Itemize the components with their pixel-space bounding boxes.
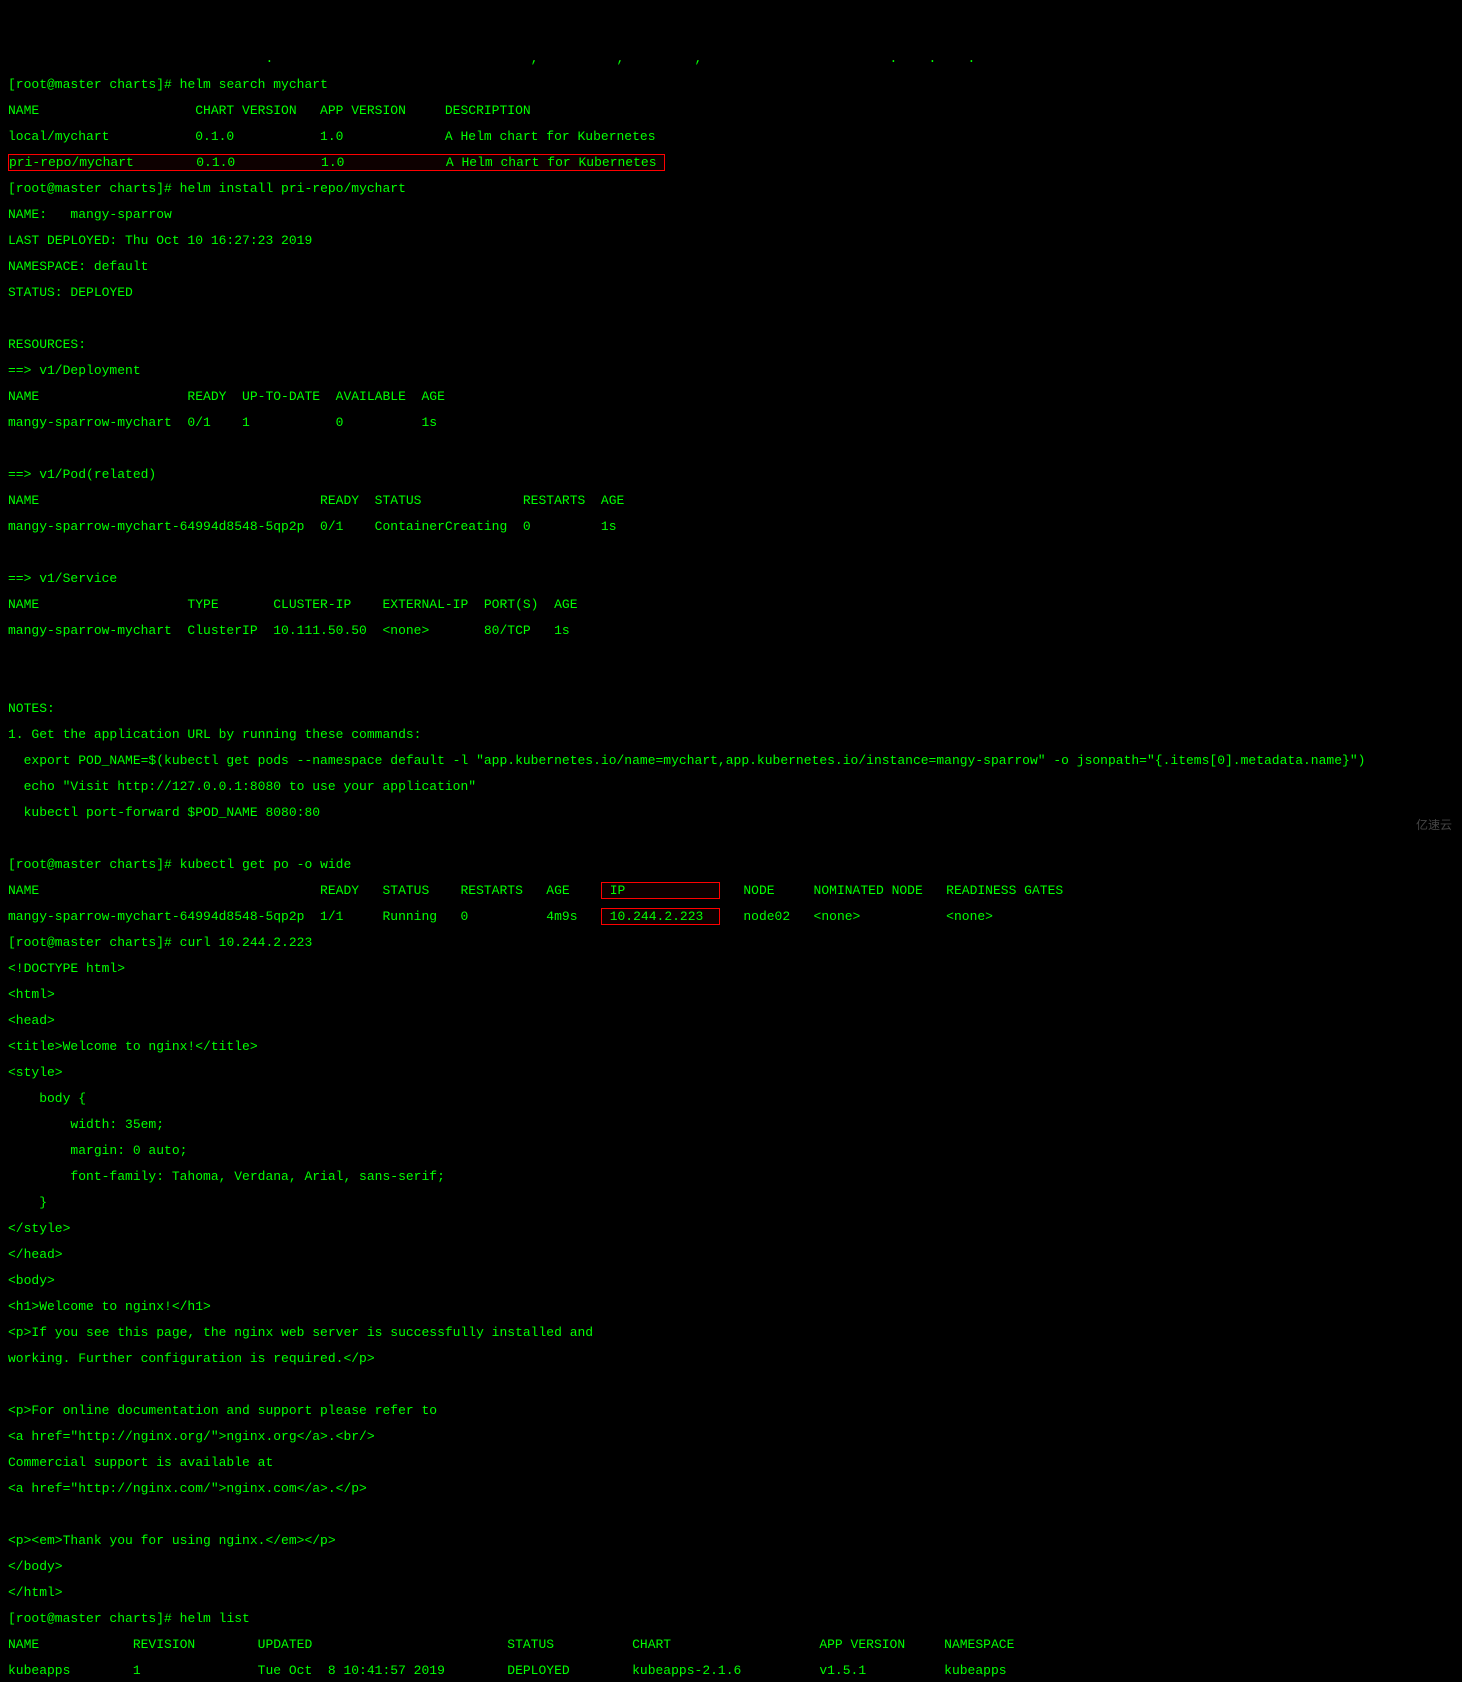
command-install: helm install pri-repo/mychart [180, 181, 406, 196]
curl-output: </html> [8, 1586, 1454, 1599]
list-row: kubeapps 1 Tue Oct 8 10:41:57 2019 DEPLO… [8, 1664, 1454, 1677]
blank [8, 832, 1454, 845]
curl-output: <p>For online documentation and support … [8, 1404, 1454, 1417]
blank [8, 546, 1454, 559]
curl-output: </head> [8, 1248, 1454, 1261]
service-cols: NAME TYPE CLUSTER-IP EXTERNAL-IP PORT(S)… [8, 598, 1454, 611]
curl-output: <p><em>Thank you for using nginx.</em></… [8, 1534, 1454, 1547]
install-name: NAME: mangy-sparrow [8, 208, 1454, 221]
list-cols: NAME REVISION UPDATED STATUS CHART APP V… [8, 1638, 1454, 1651]
terminal-line[interactable]: [root@master charts]# curl 10.244.2.223 [8, 936, 1454, 949]
curl-output: <body> [8, 1274, 1454, 1287]
deployment-cols: NAME READY UP-TO-DATE AVAILABLE AGE [8, 390, 1454, 403]
command-curl: curl 10.244.2.223 [180, 935, 313, 950]
curl-output: <head> [8, 1014, 1454, 1027]
po-row: mangy-sparrow-mychart-64994d8548-5qp2p 1… [8, 910, 1454, 923]
curl-output: margin: 0 auto; [8, 1144, 1454, 1157]
curl-output: body { [8, 1092, 1454, 1105]
curl-output: <a href="http://nginx.com/">nginx.com</a… [8, 1482, 1454, 1495]
command-search: helm search mychart [180, 77, 328, 92]
watermark-logo: 亿速云 [1416, 819, 1452, 831]
service-row: mangy-sparrow-mychart ClusterIP 10.111.5… [8, 624, 1454, 637]
curl-output: } [8, 1196, 1454, 1209]
curl-output: <style> [8, 1066, 1454, 1079]
curl-output: <h1>Welcome to nginx!</h1> [8, 1300, 1454, 1313]
highlight-box-ip-header: IP [601, 882, 720, 899]
pod-header: ==> v1/Pod(related) [8, 468, 1454, 481]
terminal-line: . , , , . . . [8, 52, 1454, 65]
search-header: NAME CHART VERSION APP VERSION DESCRIPTI… [8, 104, 1454, 117]
curl-output: <html> [8, 988, 1454, 1001]
terminal-line[interactable]: [root@master charts]# kubectl get po -o … [8, 858, 1454, 871]
blank [8, 1508, 1454, 1521]
curl-output: font-family: Tahoma, Verdana, Arial, san… [8, 1170, 1454, 1183]
highlight-box: pri-repo/mychart 0.1.0 1.0 A Helm chart … [8, 154, 665, 171]
deployment-header: ==> v1/Deployment [8, 364, 1454, 377]
shell-prompt: [root@master charts]# [8, 1611, 172, 1626]
notes-line: 1. Get the application URL by running th… [8, 728, 1454, 741]
install-status: STATUS: DEPLOYED [8, 286, 1454, 299]
notes-line: kubectl port-forward $POD_NAME 8080:80 [8, 806, 1454, 819]
shell-prompt: [root@master charts]# [8, 935, 172, 950]
install-last-deployed: LAST DEPLOYED: Thu Oct 10 16:27:23 2019 [8, 234, 1454, 247]
command-helmlist: helm list [180, 1611, 250, 1626]
blank [8, 650, 1454, 663]
service-header: ==> v1/Service [8, 572, 1454, 585]
curl-output: <p>If you see this page, the nginx web s… [8, 1326, 1454, 1339]
install-namespace: NAMESPACE: default [8, 260, 1454, 273]
blank [8, 442, 1454, 455]
blank [8, 676, 1454, 689]
terminal-line[interactable]: [root@master charts]# helm search mychar… [8, 78, 1454, 91]
curl-output: </style> [8, 1222, 1454, 1235]
blank [8, 1378, 1454, 1391]
notes-line: export POD_NAME=$(kubectl get pods --nam… [8, 754, 1454, 767]
curl-output: <a href="http://nginx.org/">nginx.org</a… [8, 1430, 1454, 1443]
highlight-box-ip-value: 10.244.2.223 [601, 908, 720, 925]
pod-row: mangy-sparrow-mychart-64994d8548-5qp2p 0… [8, 520, 1454, 533]
curl-output: <title>Welcome to nginx!</title> [8, 1040, 1454, 1053]
curl-output: </body> [8, 1560, 1454, 1573]
pod-cols: NAME READY STATUS RESTARTS AGE [8, 494, 1454, 507]
notes-label: NOTES: [8, 702, 1454, 715]
search-row-highlighted: pri-repo/mychart 0.1.0 1.0 A Helm chart … [8, 156, 1454, 169]
shell-prompt: [root@master charts]# [8, 857, 172, 872]
blank [8, 312, 1454, 325]
terminal-line[interactable]: [root@master charts]# helm install pri-r… [8, 182, 1454, 195]
command-getpo: kubectl get po -o wide [180, 857, 352, 872]
deployment-row: mangy-sparrow-mychart 0/1 1 0 1s [8, 416, 1454, 429]
curl-output: <!DOCTYPE html> [8, 962, 1454, 975]
po-cols: NAME READY STATUS RESTARTS AGE IP NODE N… [8, 884, 1454, 897]
curl-output: width: 35em; [8, 1118, 1454, 1131]
terminal-line[interactable]: [root@master charts]# helm list [8, 1612, 1454, 1625]
shell-prompt: [root@master charts]# [8, 181, 172, 196]
notes-line: echo "Visit http://127.0.0.1:8080 to use… [8, 780, 1454, 793]
search-row: local/mychart 0.1.0 1.0 A Helm chart for… [8, 130, 1454, 143]
curl-output: Commercial support is available at [8, 1456, 1454, 1469]
shell-prompt: [root@master charts]# [8, 77, 172, 92]
resources-label: RESOURCES: [8, 338, 1454, 351]
curl-output: working. Further configuration is requir… [8, 1352, 1454, 1365]
